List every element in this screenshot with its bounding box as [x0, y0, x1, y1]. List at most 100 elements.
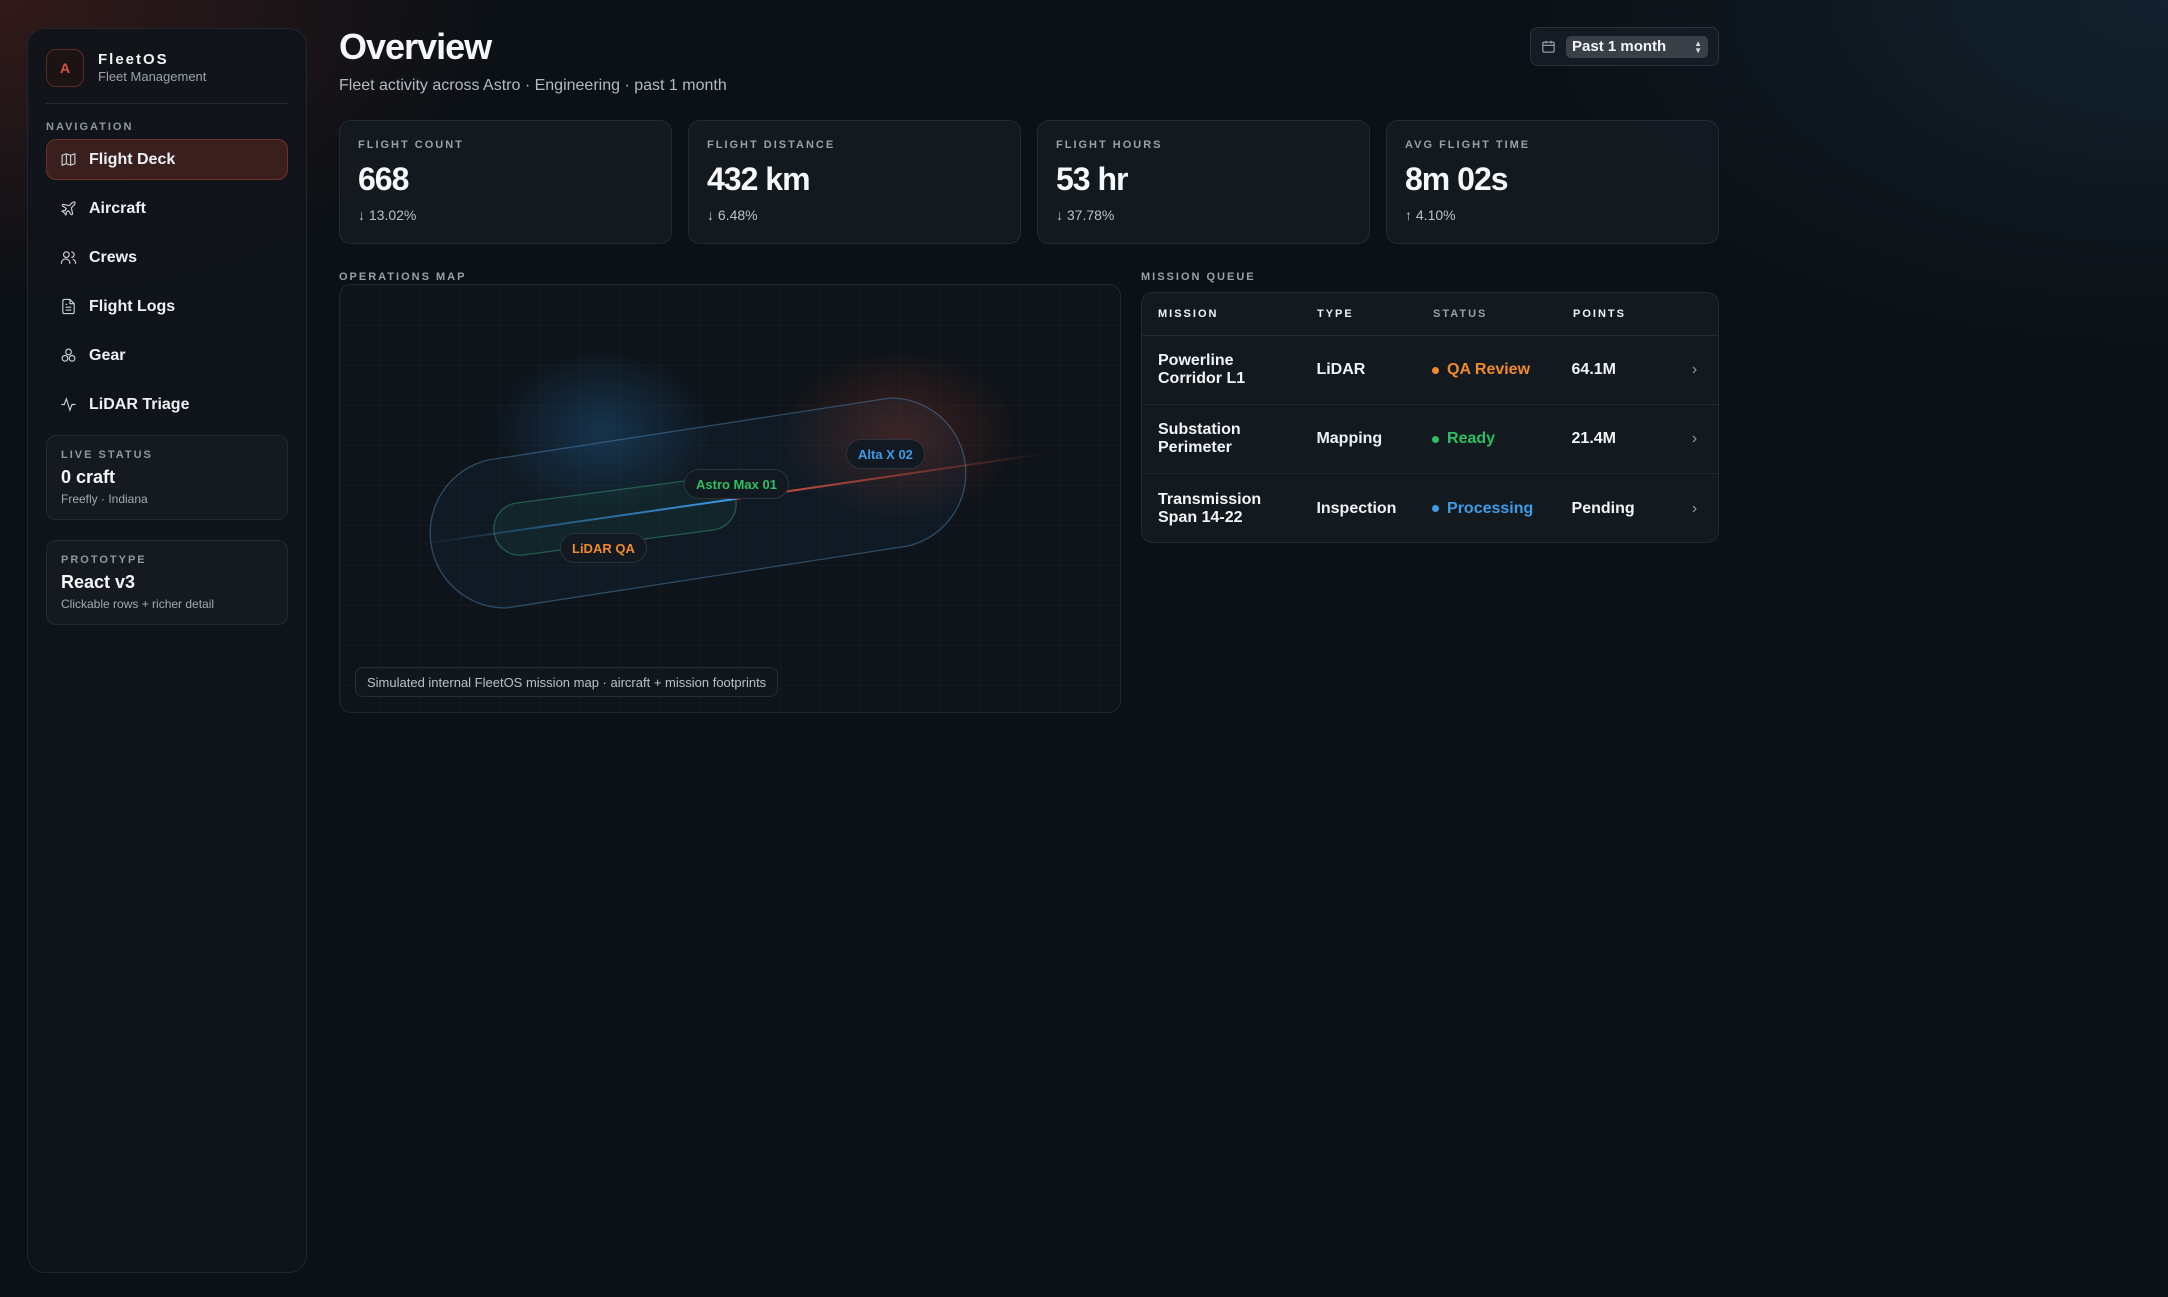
column-header-mission[interactable]: MISSION	[1142, 305, 1317, 323]
sidebar-item-label: Flight Deck	[89, 150, 176, 168]
sidebar-item-flight-deck[interactable]: Flight Deck	[46, 139, 288, 180]
status-badge: QA Review	[1432, 361, 1572, 379]
stat-value: 668	[358, 161, 409, 197]
prototype-value: React v3	[61, 572, 136, 592]
live-status-title: LIVE STATUS	[61, 449, 153, 461]
sidebar-item-label: Gear	[89, 346, 126, 364]
map-caption: Simulated internal FleetOS mission map ·…	[355, 667, 779, 697]
table-row[interactable]: Powerline Corridor L1 LiDAR QA Review 64…	[1142, 336, 1718, 405]
mission-queue-title: MISSION QUEUE	[1141, 271, 1256, 283]
mission-name: Powerline Corridor L1	[1142, 352, 1316, 388]
document-icon	[59, 298, 77, 316]
column-header-type[interactable]: TYPE	[1317, 308, 1433, 320]
stat-label: FLIGHT HOURS	[1056, 139, 1163, 151]
mission-name-line: Substation	[1158, 421, 1241, 438]
stat-change: ↑ 4.10%	[1405, 207, 1456, 223]
prototype-card: PROTOTYPE React v3 Clickable rows + rich…	[46, 540, 288, 625]
activity-icon	[59, 396, 77, 414]
status-text: Ready	[1447, 430, 1496, 447]
mission-points: Pending	[1571, 499, 1635, 517]
sidebar-item-flight-logs[interactable]: Flight Logs	[46, 286, 288, 327]
mission-name-line: Span 14-22	[1158, 508, 1243, 526]
mission-name-line: Powerline	[1158, 352, 1234, 369]
mission-points: 21.4M	[1571, 430, 1616, 447]
sidebar-item-label: Flight Logs	[89, 297, 176, 315]
sidebar-item-label: Aircraft	[89, 199, 146, 217]
stat-value: 8m 02s	[1405, 161, 1509, 197]
mission-name-line: Perimeter	[1158, 439, 1232, 456]
page-subtitle: Fleet activity across Astro · Engineerin…	[339, 77, 727, 94]
operations-map-title: OPERATIONS MAP	[339, 271, 467, 283]
chevron-right-icon[interactable]: ›	[1671, 361, 1718, 379]
brand[interactable]: A FleetOS Fleet Management	[46, 45, 288, 91]
mission-name-line: Corridor L1	[1158, 370, 1246, 387]
stat-value: 53 hr	[1056, 161, 1128, 197]
chevron-right-icon[interactable]: ›	[1671, 500, 1718, 518]
mission-queue-table: MISSION TYPE STATUS POINTS Powerline Cor…	[1141, 292, 1719, 543]
page-title: Overview	[339, 26, 492, 67]
stat-label: FLIGHT COUNT	[358, 139, 464, 151]
sidebar-item-label: LiDAR Triage	[89, 395, 190, 413]
table-row[interactable]: Substation Perimeter Mapping Ready 21.4M…	[1142, 405, 1718, 474]
sidebar-item-lidar-triage[interactable]: LiDAR Triage	[46, 384, 288, 425]
date-range-select[interactable]: Past 1 month ▲ ▼	[1530, 27, 1719, 66]
status-badge: Processing	[1432, 500, 1572, 518]
sidebar-item-aircraft[interactable]: Aircraft	[46, 188, 288, 229]
prototype-title: PROTOTYPE	[61, 554, 147, 566]
status-dot	[1432, 366, 1440, 374]
boxes-icon	[59, 347, 77, 365]
date-range-value: Past 1 month	[1572, 38, 1667, 55]
column-header-points[interactable]: POINTS	[1573, 308, 1673, 320]
mission-type: Mapping	[1316, 430, 1383, 447]
sidebar-item-gear[interactable]: Gear	[46, 335, 288, 376]
map-label-astro-max-01[interactable]: Astro Max 01	[684, 469, 789, 499]
mission-type: Inspection	[1316, 499, 1397, 517]
mission-type: LiDAR	[1316, 361, 1366, 378]
stat-change: ↓ 13.02%	[358, 207, 417, 223]
table-header: MISSION TYPE STATUS POINTS	[1142, 293, 1718, 336]
sidebar: A FleetOS Fleet Management NAVIGATION Fl…	[27, 28, 307, 1273]
users-icon	[59, 249, 77, 267]
brand-subtitle: Fleet Management	[98, 69, 207, 84]
live-status-sub: Freefly · Indiana	[61, 492, 148, 506]
stat-label: FLIGHT DISTANCE	[707, 139, 836, 151]
stat-change: ↓ 6.48%	[707, 207, 758, 223]
date-range-value-box[interactable]: Past 1 month ▲ ▼	[1566, 35, 1708, 58]
map-canvas	[414, 350, 1051, 609]
column-header-status[interactable]: STATUS	[1433, 308, 1573, 320]
map-label-alta-x-02[interactable]: Alta X 02	[846, 439, 925, 469]
prototype-sub: Clickable rows + richer detail	[61, 597, 215, 611]
table-row[interactable]: Transmission Span 14-22 Inspection Proce…	[1142, 474, 1718, 542]
brand-logo: A	[46, 49, 84, 87]
stat-card-flight-hours: FLIGHT HOURS 53 hr ↓ 37.78%	[1037, 120, 1370, 244]
map-label-lidar-qa[interactable]: LiDAR QA	[560, 533, 647, 563]
status-badge: Ready	[1432, 430, 1572, 448]
updown-icon: ▲ ▼	[1694, 38, 1702, 55]
stat-change: ↓ 37.78%	[1056, 207, 1115, 223]
stat-label: AVG FLIGHT TIME	[1405, 139, 1531, 151]
stat-card-flight-count: FLIGHT COUNT 668 ↓ 13.02%	[339, 120, 672, 244]
live-status-value: 0 craft	[61, 467, 116, 487]
stat-value: 432 km	[707, 161, 811, 197]
stat-card-flight-distance: FLIGHT DISTANCE 432 km ↓ 6.48%	[688, 120, 1021, 244]
chevron-right-icon[interactable]: ›	[1671, 430, 1718, 448]
plane-icon	[59, 200, 77, 218]
operations-map[interactable]: Alta X 02 Astro Max 01 LiDAR QA Simulate…	[339, 284, 1121, 713]
stat-card-avg-flight-time: AVG FLIGHT TIME 8m 02s ↑ 4.10%	[1386, 120, 1719, 244]
nav-title: NAVIGATION	[46, 121, 134, 133]
status-text: Processing	[1447, 499, 1534, 517]
status-dot	[1432, 505, 1440, 512]
mission-points: 64.1M	[1571, 361, 1616, 378]
sidebar-item-label: Crews	[89, 248, 138, 266]
divider	[46, 103, 288, 104]
sidebar-item-crews[interactable]: Crews	[46, 237, 288, 278]
mission-name: Substation Perimeter	[1142, 421, 1316, 457]
status-dot	[1432, 435, 1440, 443]
mission-name: Transmission Span 14-22	[1142, 491, 1316, 527]
live-status-card: LIVE STATUS 0 craft Freefly · Indiana	[46, 435, 288, 520]
calendar-icon	[1542, 40, 1555, 53]
mission-name-line: Transmission	[1158, 490, 1262, 508]
brand-name: FleetOS	[98, 51, 169, 68]
map-icon	[59, 151, 77, 169]
status-text: QA Review	[1447, 361, 1531, 378]
